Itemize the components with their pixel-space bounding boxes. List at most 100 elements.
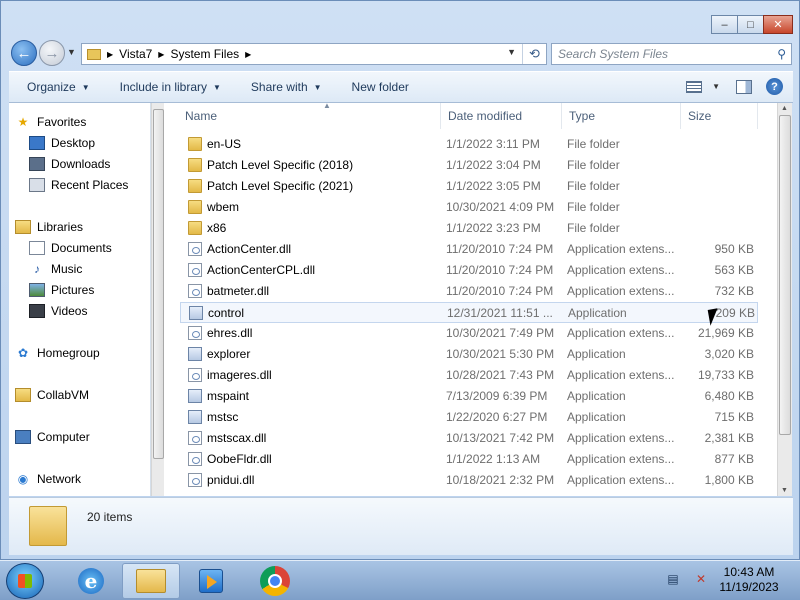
command-bar: Organize ▼ Include in library ▼ Share with… — [9, 71, 793, 103]
network-tray-icon[interactable]: ▤ — [664, 571, 682, 587]
file-name: batmeter.dll — [207, 284, 270, 298]
file-row[interactable]: wbem 10/30/2021 4:09 PM File folder — [180, 197, 758, 218]
search-input[interactable]: Search System Files ⚲ — [551, 43, 792, 65]
nav-computer[interactable]: Computer — [15, 427, 90, 447]
nav-collabvm[interactable]: CollabVM — [15, 385, 89, 405]
nav-desktop[interactable]: Desktop — [29, 133, 95, 153]
file-row[interactable]: control 12/31/2021 11:51 ... Application 20… — [180, 302, 758, 323]
file-list: Name ▲ Date modified Type Size en-US 1/1/2… — [164, 103, 777, 496]
file-row[interactable]: ActionCenterCPL.dll 11/20/2010 7:24 PM App… — [180, 260, 758, 281]
file-size: 6,480 KB — [704, 389, 754, 403]
file-size: 732 KB — [714, 284, 754, 298]
back-button[interactable]: ← — [11, 40, 37, 66]
nav-favorites[interactable]: ★ Favorites — [15, 112, 87, 132]
nav-libraries[interactable]: Libraries — [15, 217, 83, 237]
windows-explorer-button[interactable] — [122, 563, 180, 599]
file-type: Application — [568, 306, 627, 320]
nav-pane-scrollbar[interactable] — [151, 103, 164, 496]
change-view-icon[interactable] — [686, 80, 703, 93]
breadcrumb-vista7[interactable]: ▶ Vista7 — [107, 47, 152, 61]
help-icon[interactable]: ? — [766, 78, 783, 95]
file-size: 3,020 KB — [704, 347, 754, 361]
view-options-chevron-icon[interactable]: ▼ — [712, 82, 720, 91]
address-bar[interactable]: ▶ Vista7 ▶ System Files ▶ ▼ ⟲ — [81, 43, 547, 65]
nav-pictures[interactable]: Pictures — [29, 280, 94, 300]
file-type: File folder — [567, 200, 620, 214]
file-row[interactable]: batmeter.dll 11/20/2010 7:24 PM Applicatio… — [180, 281, 758, 302]
organize-button[interactable]: Organize ▼ — [27, 80, 90, 94]
nav-documents[interactable]: Documents — [29, 238, 112, 258]
file-type: Application extens... — [567, 284, 675, 298]
nav-homegroup[interactable]: ✿ Homegroup — [15, 343, 100, 363]
column-header-name[interactable]: Name ▲ — [178, 103, 441, 129]
file-row[interactable]: mspaint 7/13/2009 6:39 PM Application 6,480… — [180, 386, 758, 407]
column-header-type[interactable]: Type — [562, 103, 681, 129]
scroll-up-icon[interactable]: ▲ — [781, 105, 788, 112]
file-name: Patch Level Specific (2021) — [207, 179, 354, 193]
file-row[interactable]: imageres.dll 10/28/2021 7:43 PM Applicatio… — [180, 365, 758, 386]
breadcrumb-system-files[interactable]: ▶ System Files ▶ — [158, 47, 257, 61]
preview-pane-icon[interactable] — [736, 79, 752, 94]
file-row[interactable]: pnidui.dll 10/18/2021 2:32 PM Application … — [180, 470, 758, 491]
include-in-library-button[interactable]: Include in library ▼ — [120, 80, 221, 94]
file-size: 21,969 KB — [697, 326, 754, 340]
file-date: 11/20/2010 7:24 PM — [446, 263, 554, 277]
dll-icon — [188, 263, 202, 277]
column-header-size[interactable]: Size — [681, 103, 758, 129]
file-size: 877 KB — [714, 452, 754, 466]
minimize-button[interactable]: – — [711, 15, 738, 34]
media-player-button[interactable] — [182, 563, 240, 599]
scroll-down-icon[interactable]: ▼ — [781, 487, 788, 494]
file-row[interactable]: en-US 1/1/2022 3:11 PM File folder — [180, 134, 758, 155]
file-row[interactable]: Patch Level Specific (2021) 1/1/2022 3:05… — [180, 176, 758, 197]
volume-muted-icon[interactable]: ✕ — [692, 571, 710, 587]
maximize-button[interactable]: □ — [737, 15, 764, 34]
file-row[interactable]: OobeFldr.dll 1/1/2022 1:13 AM Application … — [180, 449, 758, 470]
share-with-button[interactable]: Share with ▼ — [251, 80, 322, 94]
refresh-icon[interactable]: ⟲ — [522, 44, 546, 64]
computer-icon — [15, 430, 31, 444]
file-type: Application extens... — [567, 242, 675, 256]
file-name: mstscax.dll — [207, 431, 267, 445]
file-size: 2,381 KB — [704, 431, 754, 445]
column-header-date[interactable]: Date modified — [441, 103, 562, 129]
file-row[interactable]: ehres.dll 10/30/2021 7:49 PM Application e… — [180, 323, 758, 344]
start-button[interactable] — [6, 563, 44, 599]
search-icon[interactable]: ⚲ — [777, 47, 786, 61]
file-row[interactable]: mstsc 1/22/2020 6:27 PM Application 715 KB — [180, 407, 758, 428]
dll-icon — [188, 242, 202, 256]
system-tray: ▤ ✕ — [664, 571, 720, 587]
folder-icon — [87, 48, 101, 60]
file-row[interactable]: Patch Level Specific (2018) 1/1/2022 3:04… — [180, 155, 758, 176]
nav-recent-places[interactable]: Recent Places — [29, 175, 128, 195]
internet-explorer-button[interactable]: e — [62, 563, 120, 599]
title-bar[interactable]: – □ ✕ — [1, 1, 799, 39]
file-row[interactable]: explorer 10/30/2021 5:30 PM Application 3,0… — [180, 344, 758, 365]
file-row[interactable]: ActionCenter.dll 11/20/2010 7:24 PM Applic… — [180, 239, 758, 260]
taskbar: e ▤ ✕ 10:43 AM 11/19/2023 — [0, 560, 800, 600]
chevron-down-icon: ▼ — [313, 82, 322, 92]
app-icon — [188, 389, 202, 403]
file-list-scroll-thumb[interactable] — [779, 115, 791, 435]
folder-icon — [29, 506, 67, 546]
nav-videos[interactable]: Videos — [29, 301, 87, 321]
file-list-scrollbar[interactable]: ▲ ▼ — [777, 103, 792, 496]
file-date: 10/30/2021 5:30 PM — [446, 347, 555, 361]
downloads-icon — [29, 157, 45, 171]
nav-pane-scroll-thumb[interactable] — [153, 109, 164, 459]
file-row[interactable]: x86 1/1/2022 3:23 PM File folder — [180, 218, 758, 239]
nav-network[interactable]: ◉ Network — [15, 469, 81, 489]
new-folder-button[interactable]: New folder — [352, 80, 409, 94]
clock[interactable]: 10:43 AM 11/19/2023 — [716, 565, 782, 595]
file-row[interactable]: mstscax.dll 10/13/2021 7:42 PM Application… — [180, 428, 758, 449]
file-type: File folder — [567, 179, 620, 193]
nav-downloads[interactable]: Downloads — [29, 154, 110, 174]
file-date: 10/30/2021 7:49 PM — [446, 326, 555, 340]
close-button[interactable]: ✕ — [763, 15, 793, 34]
file-size: 19,733 KB — [697, 368, 754, 382]
address-history-icon[interactable]: ▼ — [507, 47, 516, 57]
chrome-button[interactable] — [246, 563, 304, 599]
nav-music[interactable]: ♪ Music — [29, 259, 82, 279]
recent-pages-dropdown-icon[interactable]: ▼ — [67, 47, 76, 57]
forward-button[interactable]: → — [39, 40, 65, 66]
